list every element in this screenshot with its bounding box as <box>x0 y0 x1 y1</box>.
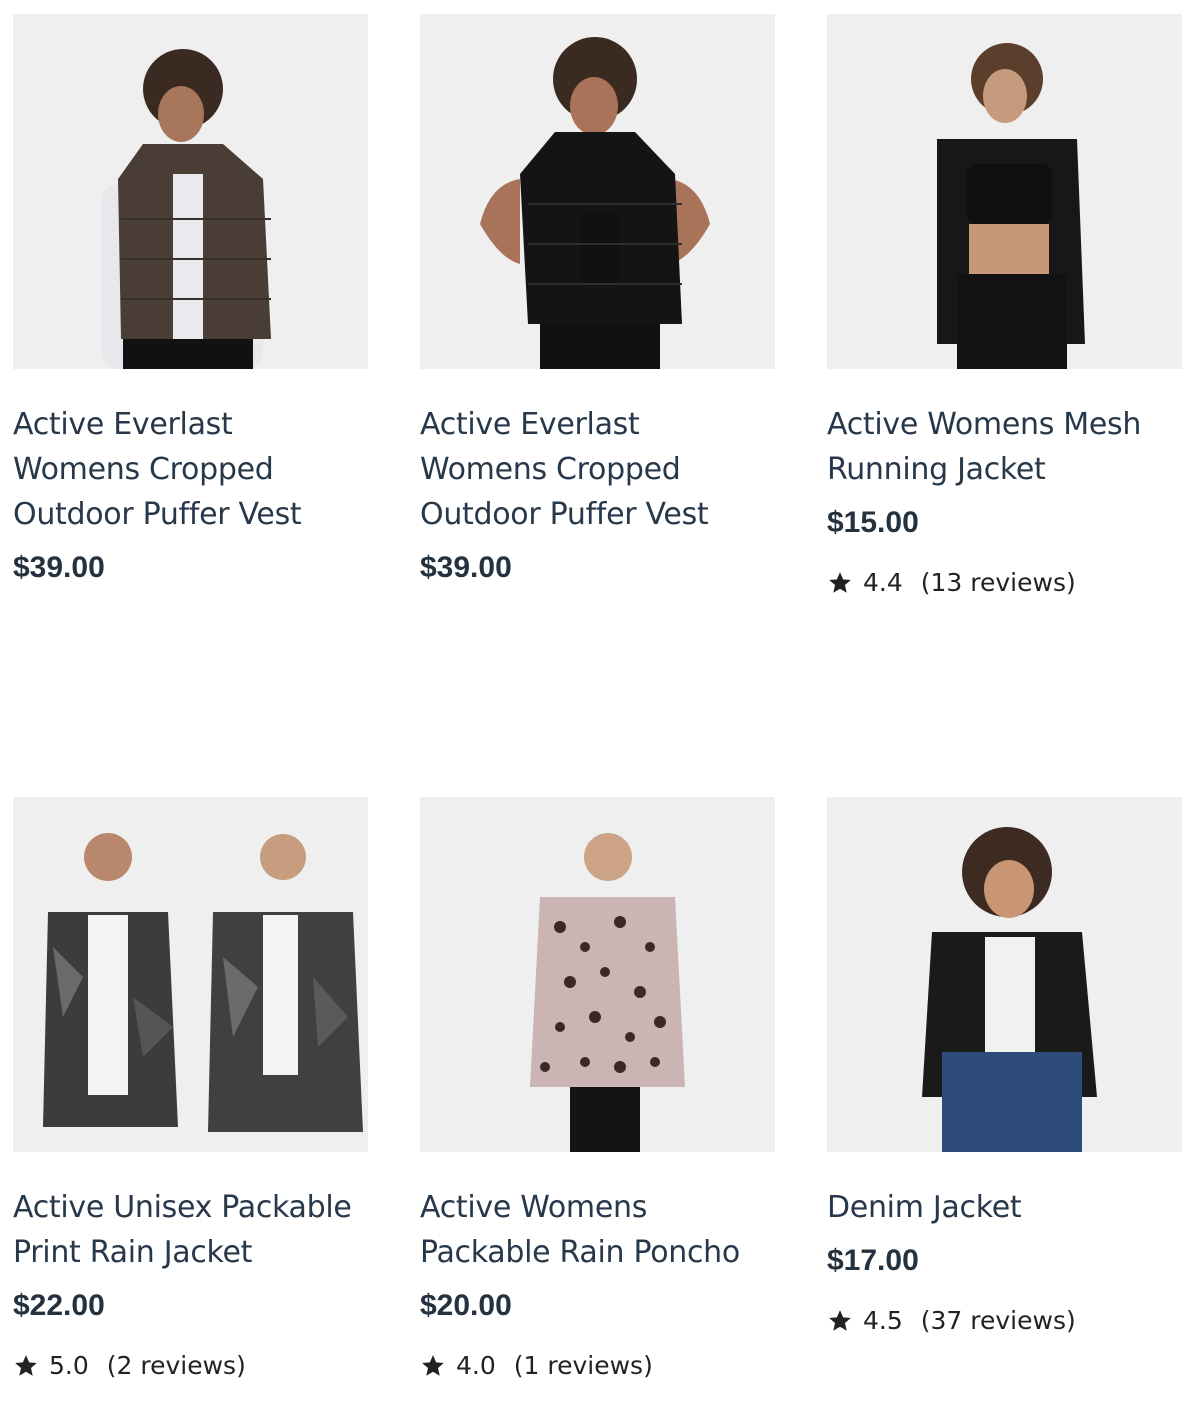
product-title[interactable]: Active Womens Packable Rain Poncho <box>420 1185 775 1275</box>
product-price: $39.00 <box>13 551 105 584</box>
black-puffer-vest-photo-icon <box>420 14 775 369</box>
review-count[interactable]: (1 reviews) <box>514 1351 653 1380</box>
product-image[interactable] <box>13 14 368 369</box>
camo-rain-jacket-photo-icon <box>13 797 368 1152</box>
star-icon <box>15 1354 37 1376</box>
product-image[interactable] <box>13 797 368 1152</box>
product-price: $22.00 <box>13 1289 105 1322</box>
product-price: $39.00 <box>420 551 512 584</box>
review-count[interactable]: (13 reviews) <box>921 568 1076 597</box>
product-rating: 4.4 (13 reviews) <box>827 568 1182 597</box>
product-image[interactable] <box>827 797 1182 1152</box>
product-card[interactable]: Active Womens Packable Rain Poncho $20.0… <box>420 797 775 1380</box>
product-image[interactable] <box>827 14 1182 369</box>
brown-puffer-vest-photo-icon <box>13 14 368 369</box>
product-price: $15.00 <box>827 506 919 539</box>
product-image[interactable] <box>420 14 775 369</box>
product-title[interactable]: Active Everlast Womens Cropped Outdoor P… <box>420 402 775 537</box>
product-rating: 4.5 (37 reviews) <box>827 1306 1182 1335</box>
product-card[interactable]: Active Everlast Womens Cropped Outdoor P… <box>13 14 368 585</box>
product-title[interactable]: Denim Jacket <box>827 1185 1182 1230</box>
star-icon <box>829 1309 851 1331</box>
rating-score: 5.0 <box>49 1351 89 1380</box>
product-card[interactable]: Denim Jacket $17.00 4.5 (37 reviews) <box>827 797 1182 1335</box>
product-card[interactable]: Active Womens Mesh Running Jacket $15.00… <box>827 14 1182 597</box>
leopard-poncho-photo-icon <box>420 797 775 1152</box>
product-title[interactable]: Active Everlast Womens Cropped Outdoor P… <box>13 402 368 537</box>
product-card[interactable]: Active Everlast Womens Cropped Outdoor P… <box>420 14 775 585</box>
product-card[interactable]: Active Unisex Packable Print Rain Jacket… <box>13 797 368 1380</box>
star-icon <box>829 571 851 593</box>
star-icon <box>422 1354 444 1376</box>
product-rating: 4.0 (1 reviews) <box>420 1351 775 1380</box>
product-image[interactable] <box>420 797 775 1152</box>
black-denim-jacket-photo-icon <box>827 797 1182 1152</box>
product-title[interactable]: Active Unisex Packable Print Rain Jacket <box>13 1185 368 1275</box>
product-grid: Active Everlast Womens Cropped Outdoor P… <box>0 0 1200 1416</box>
product-rating: 5.0 (2 reviews) <box>13 1351 368 1380</box>
product-title[interactable]: Active Womens Mesh Running Jacket <box>827 402 1182 492</box>
black-mesh-jacket-photo-icon <box>827 14 1182 369</box>
product-price: $17.00 <box>827 1244 919 1277</box>
product-price: $20.00 <box>420 1289 512 1322</box>
rating-score: 4.5 <box>863 1306 903 1335</box>
rating-score: 4.4 <box>863 568 903 597</box>
review-count[interactable]: (37 reviews) <box>921 1306 1076 1335</box>
review-count[interactable]: (2 reviews) <box>107 1351 246 1380</box>
rating-score: 4.0 <box>456 1351 496 1380</box>
